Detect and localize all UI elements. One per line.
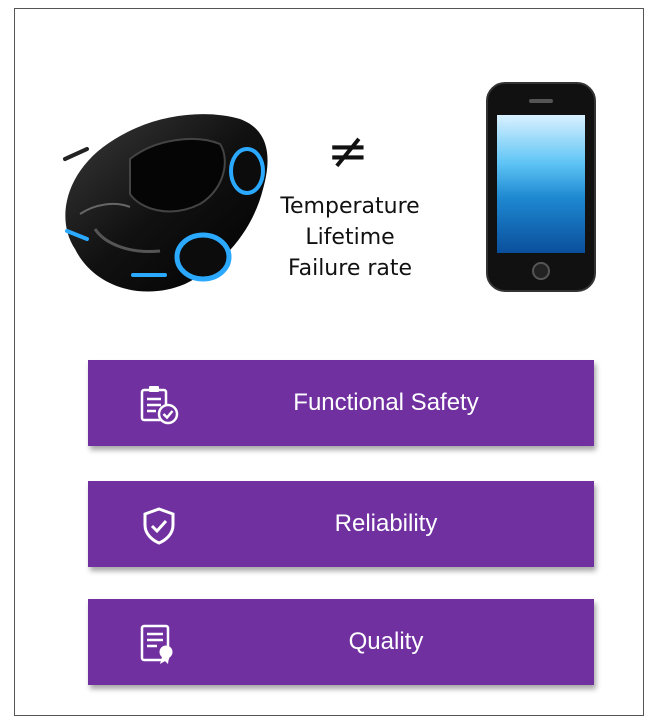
factors-list: Temperature Lifetime Failure rate [255, 191, 445, 284]
sports-car-image [63, 114, 268, 292]
pillar-functional-safety: Functional Safety [88, 360, 594, 446]
factor-failure-rate: Failure rate [287, 256, 413, 281]
pillar-label: Quality [348, 628, 424, 655]
smartphone-image [486, 82, 596, 292]
pillar-quality: Quality [88, 599, 594, 685]
pillar-label: Functional Safety [293, 389, 479, 416]
pillar-label: Reliability [334, 510, 438, 537]
pillar-reliability: Reliability [88, 481, 594, 567]
shield-check-icon [143, 507, 175, 545]
certificate-icon [140, 624, 173, 664]
not-equal-sign: ≠ [327, 122, 369, 180]
factor-temperature: Temperature [280, 194, 420, 219]
factor-lifetime: Lifetime [305, 225, 395, 250]
clipboard-check-icon [140, 386, 179, 425]
